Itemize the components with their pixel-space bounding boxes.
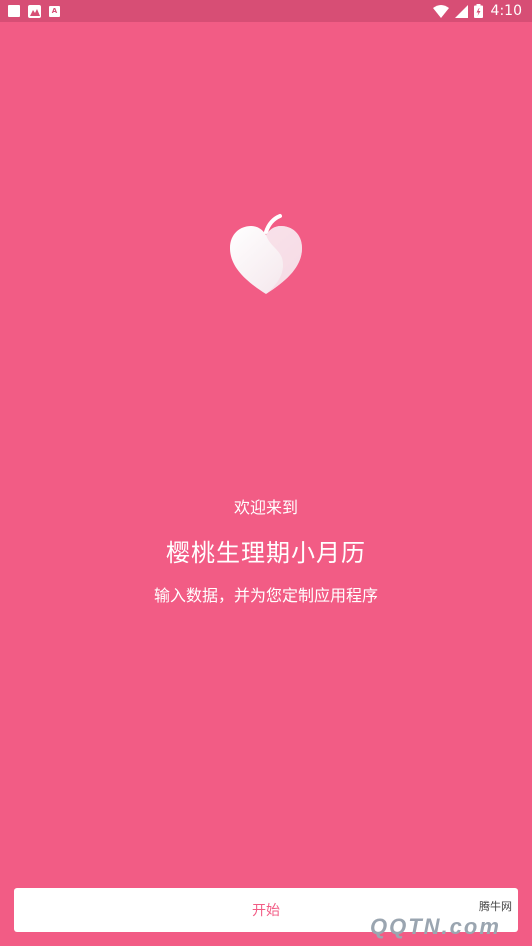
a-icon: A [49, 5, 60, 17]
watermark-logo: QQTN.com [370, 914, 501, 939]
status-right: 4:10 [432, 3, 522, 19]
image-icon [28, 4, 41, 18]
watermark: 腾牛网 QQTN.com [330, 896, 530, 946]
cherry-heart-logo-icon [230, 214, 302, 294]
battery-icon [473, 4, 483, 18]
welcome-screen: A 4:10 欢迎来到 樱桃生理期小月历 输入数据，并为您定制应用程序 开始 腾… [0, 0, 532, 946]
square-icon [8, 5, 20, 17]
welcome-description: 输入数据，并为您定制应用程序 [153, 586, 378, 605]
status-left: A [8, 4, 60, 18]
welcome-greeting: 欢迎来到 [233, 498, 298, 517]
status-time: 4:10 [490, 3, 522, 19]
wifi-icon [432, 4, 449, 18]
watermark-text: 腾牛网 [479, 900, 512, 913]
signal-icon [454, 4, 468, 18]
app-title: 樱桃生理期小月历 [166, 539, 366, 567]
status-bar: A 4:10 [0, 0, 532, 22]
